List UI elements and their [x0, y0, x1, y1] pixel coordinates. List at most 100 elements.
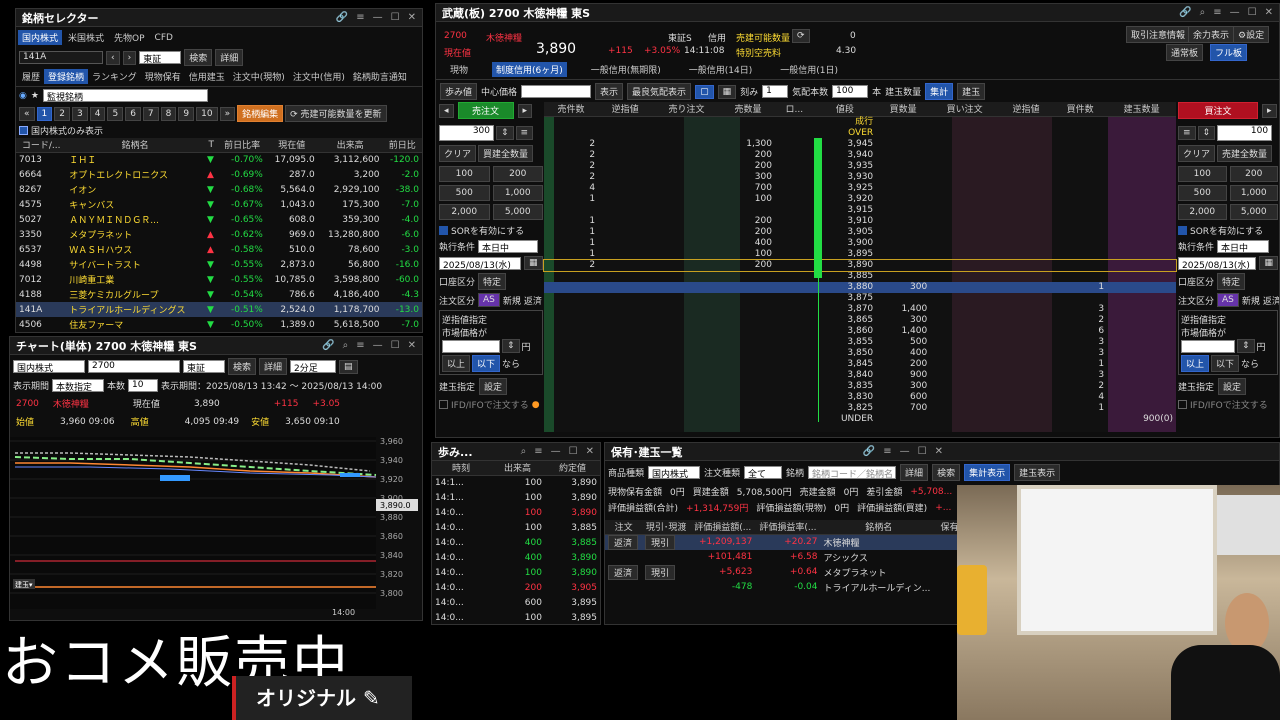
buy-qty-input[interactable]: 100 [1217, 125, 1273, 141]
position-button[interactable]: 建玉 [957, 83, 986, 100]
book-col-6[interactable]: 買数量 [876, 102, 931, 117]
ask-row[interactable]: 1 100 3,895 [544, 249, 1176, 260]
sell-qty-stepper[interactable]: ⇕ [496, 126, 514, 140]
ask-row[interactable]: 1 200 3,905 [544, 227, 1176, 238]
ask-row[interactable]: 3,915 [544, 205, 1176, 216]
maximize-icon[interactable]: ☐ [391, 340, 400, 351]
col-stock-name[interactable]: 銘柄名 [820, 520, 938, 535]
book-col-4[interactable]: ロ... [774, 102, 814, 117]
bid-row[interactable]: 3,835 300 2 [544, 381, 1176, 392]
lot-button-200[interactable]: 200 [492, 166, 543, 182]
table-row[interactable]: +101,481 +6.58 アシックス [605, 550, 965, 565]
edit-list-button[interactable]: 銘柄編集 [237, 105, 284, 122]
page-2[interactable]: 2 [54, 106, 70, 121]
positions-detail-button[interactable]: 詳細 [900, 464, 929, 481]
next-icon[interactable]: › [122, 50, 137, 65]
bid-row[interactable]: 3,875 [544, 293, 1176, 304]
stop-price-stepper-right[interactable]: ⇕ [1237, 339, 1255, 353]
col-code[interactable]: コード/... [16, 138, 67, 153]
account-select[interactable]: 特定 [478, 273, 507, 290]
minimize-icon[interactable]: — [551, 446, 561, 457]
minimize-icon[interactable]: — [373, 12, 383, 23]
col-time[interactable]: 時刻 [432, 461, 490, 476]
tab-domestic[interactable]: 国内株式 [18, 30, 63, 45]
link-icon[interactable]: 🔗 [322, 340, 334, 351]
menu-icon[interactable]: ≡ [883, 446, 891, 457]
menu-icon[interactable]: ≡ [356, 12, 364, 23]
sell-qty-list[interactable]: ≡ [515, 126, 534, 140]
grid-icon[interactable]: ▦ [717, 84, 737, 99]
book-col-7[interactable]: 買い注文 [930, 102, 1000, 117]
table-row[interactable]: 4506 住友ファーマ ▼ -0.50% 1,389.0 5,618,500 -7.0 [16, 317, 422, 332]
prev-icon[interactable]: ‹ [106, 50, 120, 65]
center-price-input[interactable] [521, 85, 592, 98]
lot-button-500[interactable]: 500 [439, 185, 490, 201]
lot-button-100[interactable]: 100 [439, 166, 490, 182]
bid-row[interactable]: 3,885 [544, 271, 1176, 282]
col-pct[interactable]: 前日比率 [218, 138, 266, 153]
close-icon[interactable]: ✕ [935, 446, 943, 457]
table-row[interactable]: 6537 ＷＡＳＨハウス ▲ -0.58% 510.0 78,600 -3.0 [16, 242, 422, 257]
bid-row[interactable]: 3,825 700 1 [544, 403, 1176, 414]
layout-icon[interactable]: ▢ [695, 84, 714, 99]
search-icon[interactable]: ⌕ [521, 446, 527, 457]
over-row[interactable]: OVER [544, 128, 1176, 139]
lot-button-5,000[interactable]: 5,000 [1229, 204, 1278, 220]
tab-general-1d[interactable]: 一般信用(1日) [776, 62, 842, 77]
expand-left-icon[interactable]: ▸ [517, 103, 533, 118]
page-3[interactable]: 3 [71, 106, 88, 121]
globe-icon[interactable]: ◉ [19, 91, 27, 101]
code-input[interactable]: 141A [19, 51, 103, 64]
table-row[interactable]: 14:0... 100 3,890 [432, 505, 600, 520]
table-row[interactable]: 14:0... 100 3,895 [432, 610, 600, 624]
book-col-2[interactable]: 売り注文 [652, 102, 721, 117]
exec-select-right[interactable]: 本日中 [1217, 240, 1270, 254]
product-select[interactable]: 国内株式 [648, 466, 701, 480]
delivery-button[interactable]: 現引 [642, 564, 690, 580]
table-row[interactable]: 4575 キャンバス ▼ -0.67% 1,043.0 175,300 -7.0 [16, 197, 422, 212]
info-icon[interactable]: ● [532, 400, 540, 410]
subtab-history[interactable]: 履歴 [18, 69, 44, 84]
ask-row[interactable]: 1 100 3,920 [544, 194, 1176, 205]
lot-button-2,000[interactable]: 2,000 [1178, 204, 1227, 220]
maximize-icon[interactable]: ☐ [569, 446, 578, 457]
ask-row[interactable]: 1 400 3,900 [544, 238, 1176, 249]
depth-input[interactable]: 100 [832, 85, 869, 98]
page-6[interactable]: 6 [125, 106, 141, 121]
bid-row[interactable]: 3,860 1,400 6 [544, 326, 1176, 337]
table-row[interactable]: 返済 現引 +1,209,137 +20.27 木徳神糧 [605, 534, 965, 550]
bid-row[interactable]: 3,865 300 2 [544, 315, 1176, 326]
tab-margin-6m[interactable]: 制度信用(6ヶ月) [492, 62, 567, 77]
chart-settings-icon[interactable]: ▤ [339, 359, 358, 374]
search-icon[interactable]: ⌕ [343, 340, 349, 351]
show-button[interactable]: 表示 [595, 83, 624, 100]
table-row[interactable]: 14:0... 600 3,895 [432, 595, 600, 610]
lot-button-5,000[interactable]: 5,000 [492, 204, 543, 220]
ask-row[interactable]: 2 200 3,935 [544, 161, 1176, 172]
col-exec-price[interactable]: 約定値 [544, 461, 600, 476]
close-order-option[interactable]: 返済 [524, 294, 542, 307]
tab-us[interactable]: 米国株式 [64, 30, 108, 45]
subtab-cash-holding[interactable]: 現物保有 [141, 69, 185, 84]
chart-search-button[interactable]: 検索 [228, 358, 257, 375]
as-badge[interactable]: AS [478, 293, 500, 307]
col-pl-amount[interactable]: 評価損益額(... [690, 520, 756, 535]
date-select-right[interactable]: 2025/08/13(水) [1178, 256, 1257, 271]
chart-code-input[interactable]: 2700 [88, 360, 180, 373]
page-9[interactable]: 9 [178, 106, 195, 121]
col-delivery[interactable]: 現引･現渡 [642, 520, 691, 535]
link-icon[interactable]: 🔗 [336, 12, 348, 23]
search-icon[interactable]: ⌕ [1200, 7, 1206, 18]
subtab-alerts[interactable]: 銘柄助言通知 [349, 69, 411, 84]
table-row[interactable]: 14:0... 200 3,905 [432, 580, 600, 595]
book-col-3[interactable]: 売数量 [720, 102, 775, 117]
as-badge-right[interactable]: AS [1217, 293, 1239, 307]
buy-clear-button[interactable]: クリア [1178, 145, 1216, 162]
lot-button-500[interactable]: 500 [1178, 185, 1227, 201]
ask-row[interactable]: 2 200 3,890 [543, 258, 1177, 272]
buy-order-button[interactable]: 買注文 [1178, 102, 1258, 119]
table-row[interactable]: 4188 三菱ケミカルグループ ▼ -0.54% 786.6 4,186,400 -4.3 [16, 287, 422, 302]
bars-input[interactable]: 10 [128, 379, 159, 392]
table-row[interactable]: 141A トライアルホールディングス ▼ -0.51% 2,524.0 1,178,700… [16, 302, 422, 317]
lot-button-2,000[interactable]: 2,000 [439, 204, 490, 220]
